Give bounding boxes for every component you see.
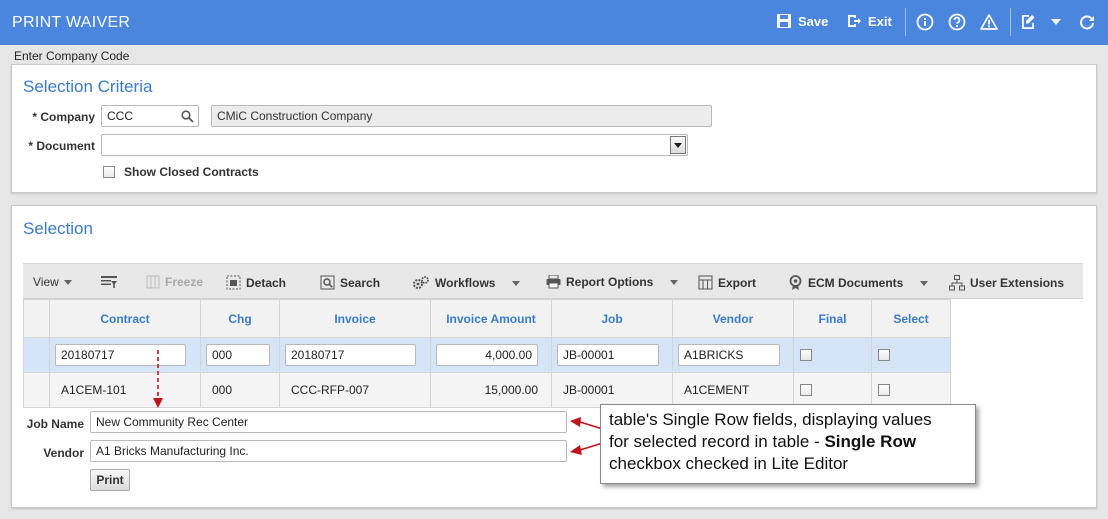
- callout-line-2-text: for selected record in table -: [609, 432, 825, 451]
- arrow-head: [570, 445, 582, 455]
- annotation-callout: table's Single Row fields, displaying va…: [600, 404, 976, 484]
- callout-line-2: for selected record in table - Single Ro…: [609, 431, 967, 453]
- callout-line-2-bold: Single Row: [824, 432, 917, 451]
- callout-line-3: checkbox checked in Lite Editor: [609, 454, 849, 473]
- arrow-head: [153, 398, 163, 408]
- arrow-head: [570, 417, 581, 427]
- callout-line-1: table's Single Row fields, displaying va…: [609, 410, 932, 429]
